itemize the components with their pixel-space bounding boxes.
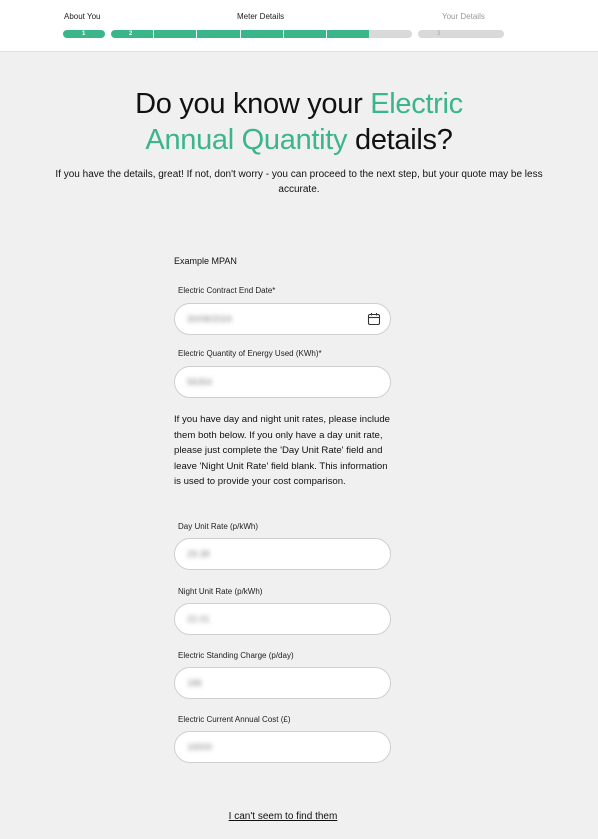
progress-tick [283,30,284,38]
progress-tick [326,30,327,38]
day-unit-rate-label: Day Unit Rate (p/kWh) [178,522,259,531]
contract-end-date-label: Electric Contract End Date* [178,286,276,295]
annual-cost-value: 16500 [187,742,213,752]
step-number-1: 1 [82,31,86,37]
annual-cost-label: Electric Current Annual Cost (£) [178,715,291,724]
step-label-meter-details: Meter Details [237,12,285,21]
quantity-value: 56354 [187,377,213,387]
night-unit-rate-value: 22.01 [187,614,210,624]
standing-charge-field[interactable]: 186 [174,667,391,699]
title-accent: Annual Quantity [145,124,348,156]
title-text: details? [347,124,453,156]
day-unit-rate-value: 29.38 [187,549,210,559]
progress-header: About You Meter Details Your Details 1 2… [0,0,598,52]
quantity-label: Electric Quantity of Energy Used (KWh)* [178,349,322,358]
contract-end-date-field[interactable]: 30/08/2024 [174,303,391,335]
page-subtitle: If you have the details, great! If not, … [55,169,543,195]
progress-segment-meter-details-remaining [369,30,412,38]
night-unit-rate-label: Night Unit Rate (p/kWh) [178,587,263,596]
step-label-your-details: Your Details [442,12,485,21]
step-number-2: 2 [129,31,133,37]
title-text: Do you know your [135,88,371,120]
progress-tick [196,30,197,38]
example-mpan-link[interactable]: Example MPAN [174,256,237,266]
calendar-icon[interactable] [367,312,381,326]
page-title: Do you know your Electric Annual Quantit… [0,86,598,158]
title-accent: Electric [370,88,463,120]
step-label-about-you: About You [64,12,101,21]
step-number-3: 3 [437,31,441,37]
annual-cost-field[interactable]: 16500 [174,731,391,763]
night-unit-rate-field[interactable]: 22.01 [174,603,391,635]
unit-rate-info: If you have day and night unit rates, pl… [174,414,391,487]
cant-find-link[interactable]: I can't seem to find them [0,811,566,822]
quantity-field[interactable]: 56354 [174,366,391,398]
day-unit-rate-field[interactable]: 29.38 [174,538,391,570]
progress-segment-your-details [418,30,504,38]
contract-end-date-value: 30/08/2024 [187,314,233,324]
standing-charge-value: 186 [187,678,203,688]
standing-charge-label: Electric Standing Charge (p/day) [178,651,294,660]
progress-tick [240,30,241,38]
progress-tick [153,30,154,38]
progress-segment-meter-details-filled [111,30,371,38]
